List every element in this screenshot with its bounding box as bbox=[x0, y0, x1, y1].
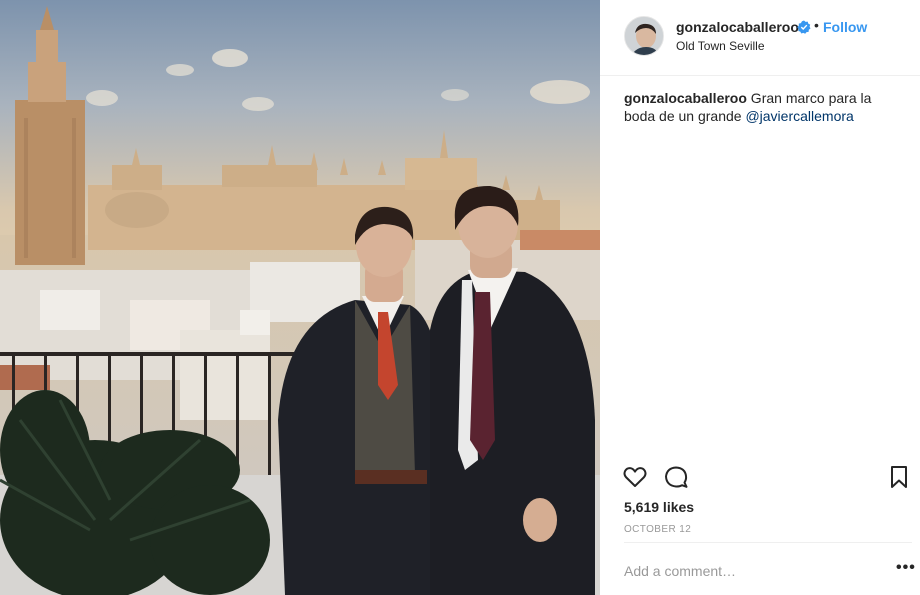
comment-icon[interactable] bbox=[663, 464, 689, 490]
username-link[interactable]: gonzalocaballeroo bbox=[676, 19, 799, 35]
comment-input[interactable] bbox=[624, 561, 874, 581]
post-actions bbox=[600, 460, 920, 496]
post-photo[interactable] bbox=[0, 0, 600, 595]
post-caption: gonzalocaballeroo Gran marco para la bod… bbox=[624, 89, 900, 125]
caption-username-link[interactable]: gonzalocaballeroo bbox=[624, 90, 747, 106]
post-header: gonzalocaballeroo • Follow Old Town Sevi… bbox=[600, 0, 920, 76]
likes-count[interactable]: 5,619 likes bbox=[624, 499, 694, 515]
location-link[interactable]: Old Town Seville bbox=[676, 39, 765, 53]
avatar[interactable] bbox=[624, 16, 664, 56]
separator-dot: • bbox=[814, 17, 819, 33]
post-sidebar: gonzalocaballeroo • Follow Old Town Sevi… bbox=[600, 0, 920, 595]
bookmark-icon[interactable] bbox=[886, 464, 912, 490]
heart-icon[interactable] bbox=[622, 464, 648, 490]
caption-mention-link[interactable]: @javiercallemora bbox=[745, 108, 853, 124]
more-options-icon[interactable]: ••• bbox=[896, 559, 916, 577]
follow-button[interactable]: Follow bbox=[823, 19, 867, 35]
verified-badge-icon bbox=[797, 20, 811, 34]
post-date: OCTOBER 12 bbox=[624, 524, 692, 535]
comment-bar: ••• bbox=[624, 542, 915, 595]
